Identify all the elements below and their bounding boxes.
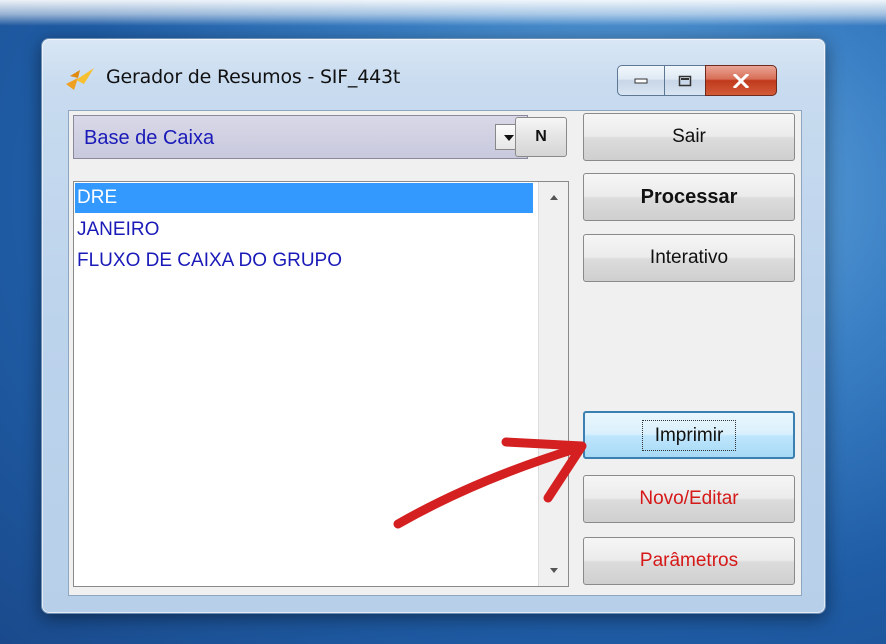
processar-button[interactable]: Processar bbox=[583, 173, 795, 221]
maximize-button[interactable] bbox=[664, 65, 706, 96]
minimize-button[interactable] bbox=[617, 65, 665, 96]
window-title: Gerador de Resumos - SIF_443t bbox=[106, 66, 401, 88]
title-bar[interactable]: Gerador de Resumos - SIF_443t bbox=[42, 39, 825, 109]
scroll-up-icon[interactable] bbox=[549, 194, 559, 201]
sair-button[interactable]: Sair bbox=[583, 113, 795, 161]
list-item[interactable]: FLUXO DE CAIXA DO GRUPO bbox=[75, 246, 533, 276]
client-area: Base de Caixa N DRE JANEIRO FLUXO DE CAI… bbox=[68, 110, 802, 596]
app-window: Gerador de Resumos - SIF_443t Base de Ca… bbox=[41, 38, 826, 614]
interativo-button[interactable]: Interativo bbox=[583, 234, 795, 282]
scroll-down-icon[interactable] bbox=[549, 567, 559, 574]
imprimir-button[interactable]: Imprimir bbox=[583, 411, 795, 459]
chevron-down-icon bbox=[504, 135, 514, 141]
combo-value: Base de Caixa bbox=[84, 127, 215, 149]
resumos-listbox[interactable]: DRE JANEIRO FLUXO DE CAIXA DO GRUPO bbox=[73, 181, 569, 587]
list-scrollbar[interactable] bbox=[538, 182, 568, 586]
base-combo[interactable]: Base de Caixa bbox=[73, 115, 528, 159]
list-item[interactable]: DRE bbox=[75, 183, 533, 213]
list-item[interactable]: JANEIRO bbox=[75, 215, 533, 245]
imprimir-label: Imprimir bbox=[641, 420, 737, 451]
minimize-icon bbox=[634, 78, 648, 83]
novo-editar-button[interactable]: Novo/Editar bbox=[583, 475, 795, 523]
close-icon bbox=[733, 73, 749, 88]
maximize-icon bbox=[678, 75, 692, 86]
app-icon bbox=[64, 66, 98, 92]
parametros-button[interactable]: Parâmetros bbox=[583, 537, 795, 585]
close-button[interactable] bbox=[705, 65, 777, 96]
n-button[interactable]: N bbox=[515, 117, 567, 157]
